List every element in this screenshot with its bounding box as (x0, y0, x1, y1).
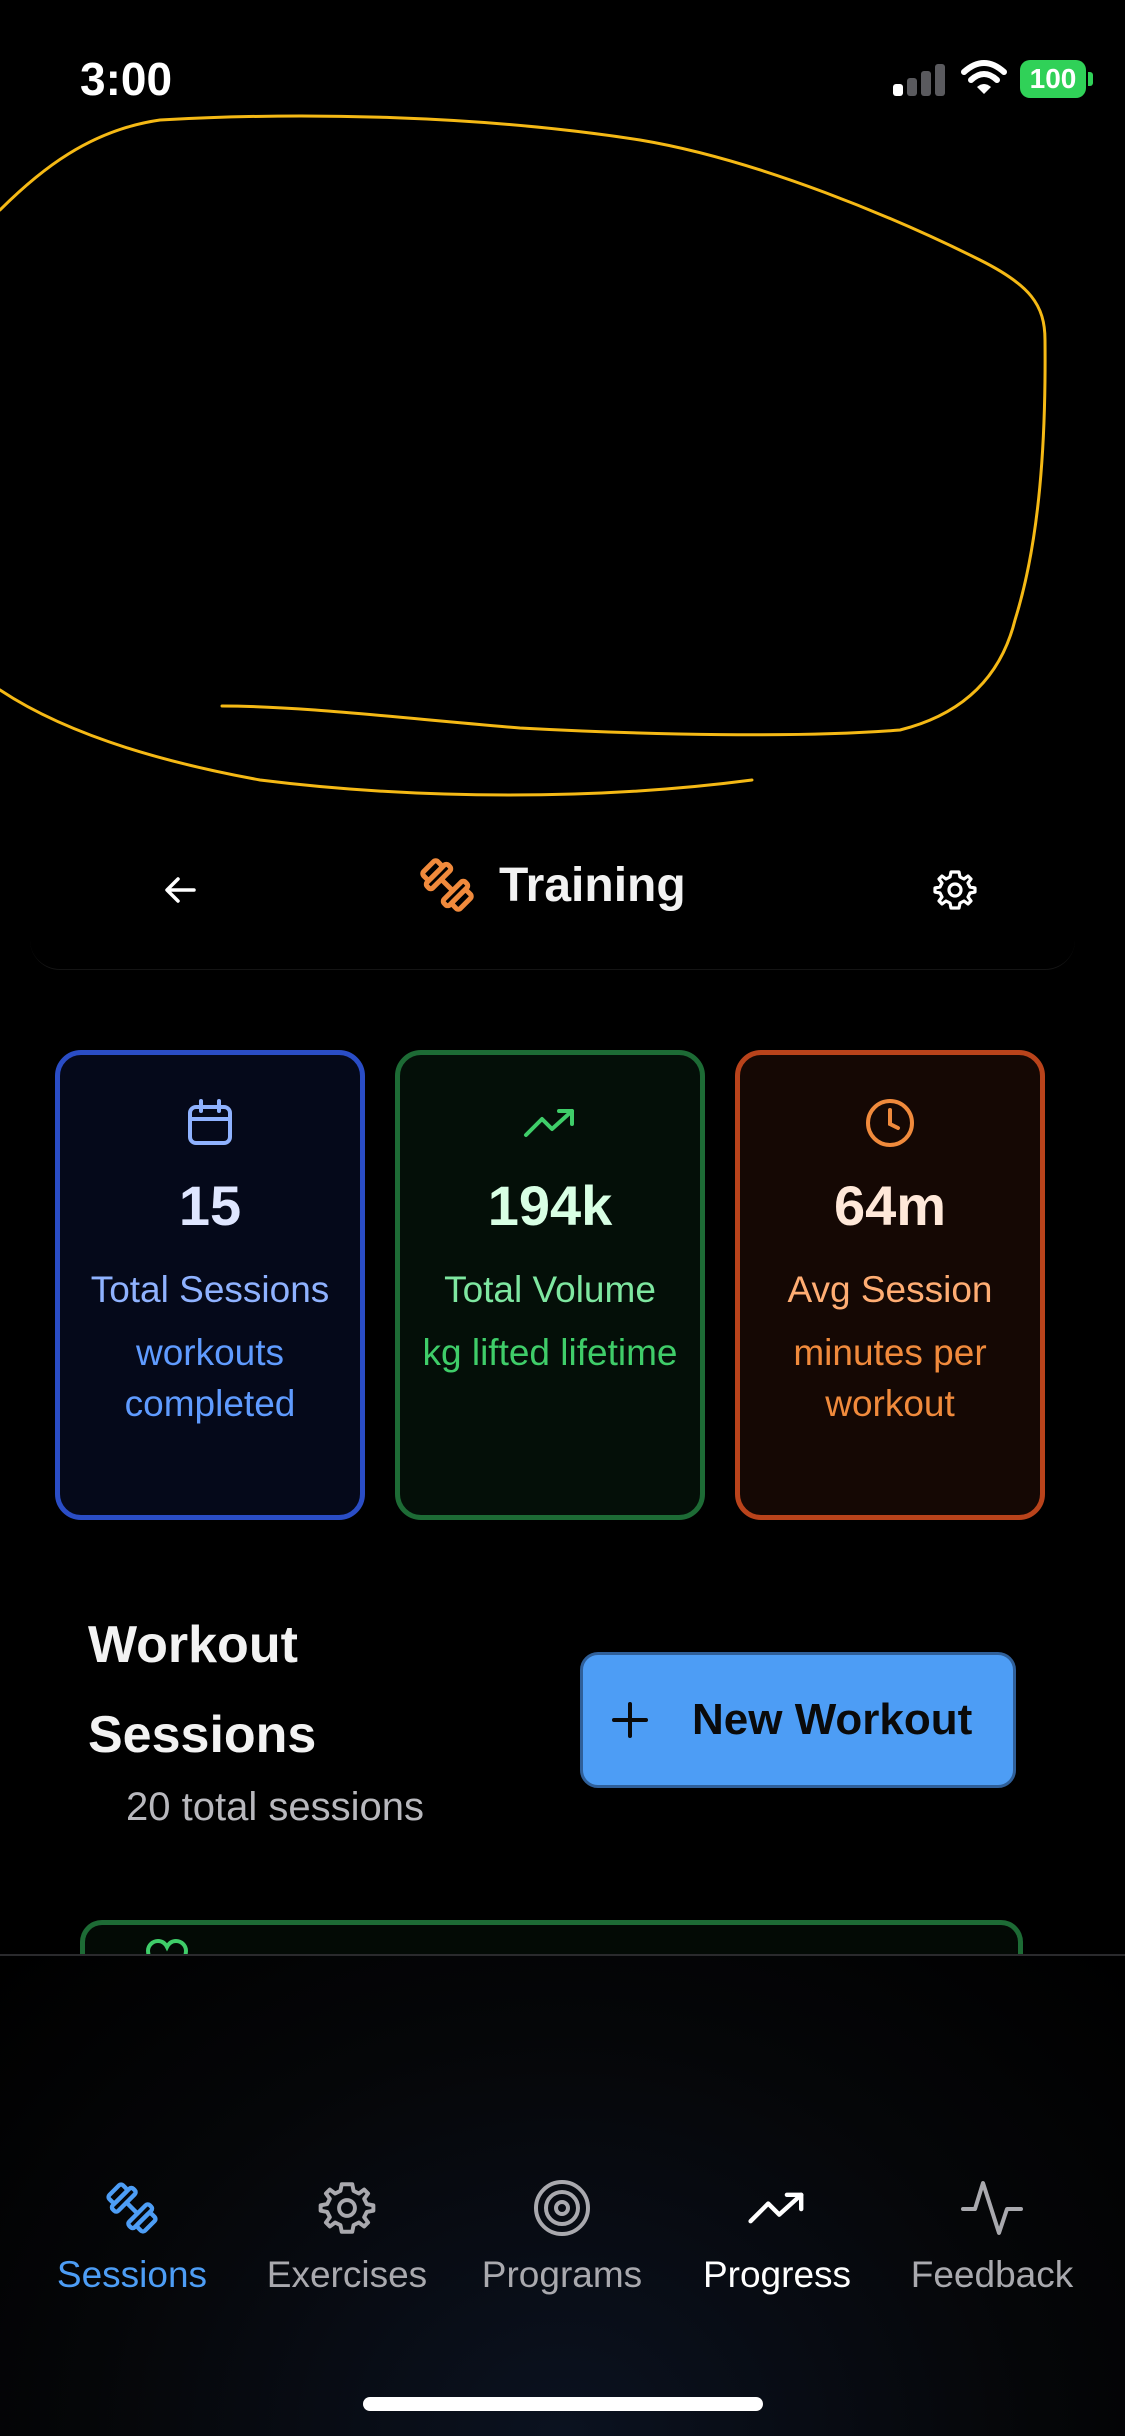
back-button[interactable] (140, 850, 220, 930)
dumbbell-icon (420, 858, 474, 912)
tab-feedback[interactable]: Feedback (892, 2176, 1092, 2296)
activity-icon (960, 2176, 1024, 2240)
stat-card-total-volume: 194k Total Volume kg lifted lifetime (395, 1050, 705, 1520)
tab-label: Feedback (910, 2254, 1074, 2295)
tab-exercises[interactable]: Exercises (247, 2176, 447, 2296)
dumbbell-icon (100, 2176, 164, 2240)
home-indicator[interactable] (363, 2397, 763, 2411)
stat-card-total-sessions: 15 Total Sessions workouts completed (55, 1050, 365, 1520)
page-title: Training (499, 858, 686, 912)
plus-icon (608, 1698, 652, 1742)
calendar-icon (182, 1095, 238, 1151)
tab-label: Exercises (266, 2254, 428, 2295)
trending-up-icon (522, 1095, 578, 1151)
stat-value: 64m (833, 1174, 947, 1237)
tab-bar: Sessions Exercises Programs Progress Fee… (0, 1954, 1125, 2436)
new-workout-label: New Workout (692, 1695, 973, 1744)
settings-button[interactable] (915, 850, 995, 930)
status-time: 3:00 (80, 53, 173, 105)
stat-label: Avg Session (787, 1269, 993, 1310)
tab-sessions[interactable]: Sessions (32, 2176, 232, 2296)
stat-value: 15 (178, 1174, 242, 1237)
cellular-signal-icon (893, 62, 945, 96)
stat-label: Total Sessions (90, 1269, 330, 1310)
new-workout-button[interactable]: New Workout (580, 1652, 1016, 1788)
stat-sublabel: workouts completed (124, 1332, 296, 1424)
clock-icon (862, 1095, 918, 1151)
status-bar: 3:00 100 (0, 0, 1125, 150)
section-title: Workout Sessions (88, 1616, 317, 1764)
gear-icon (933, 870, 977, 910)
trending-up-icon (745, 2176, 809, 2240)
section-subtitle: 20 total sessions (126, 1785, 424, 1829)
header-title-group: Training (415, 840, 686, 930)
battery-level: 100 (1020, 60, 1086, 98)
wifi-icon (961, 60, 1007, 94)
stat-card-avg-session: 64m Avg Session minutes per workout (735, 1050, 1045, 1520)
stat-label: Total Volume (444, 1269, 656, 1310)
annotation-scribble (0, 114, 1047, 797)
tab-label: Progress (702, 2254, 852, 2295)
stat-sublabel: minutes per workout (793, 1332, 987, 1424)
gear-icon (315, 2176, 379, 2240)
stat-value: 194k (487, 1174, 613, 1237)
target-icon (530, 2176, 594, 2240)
arrow-left-icon (165, 877, 196, 903)
tab-progress[interactable]: Progress (677, 2176, 877, 2296)
battery-nub (1088, 72, 1093, 86)
app-header: Training (30, 800, 1075, 970)
tab-label: Sessions (56, 2254, 208, 2295)
tab-programs[interactable]: Programs (462, 2176, 662, 2296)
stat-sublabel: kg lifted lifetime (422, 1332, 678, 1373)
tab-label: Programs (481, 2254, 643, 2295)
